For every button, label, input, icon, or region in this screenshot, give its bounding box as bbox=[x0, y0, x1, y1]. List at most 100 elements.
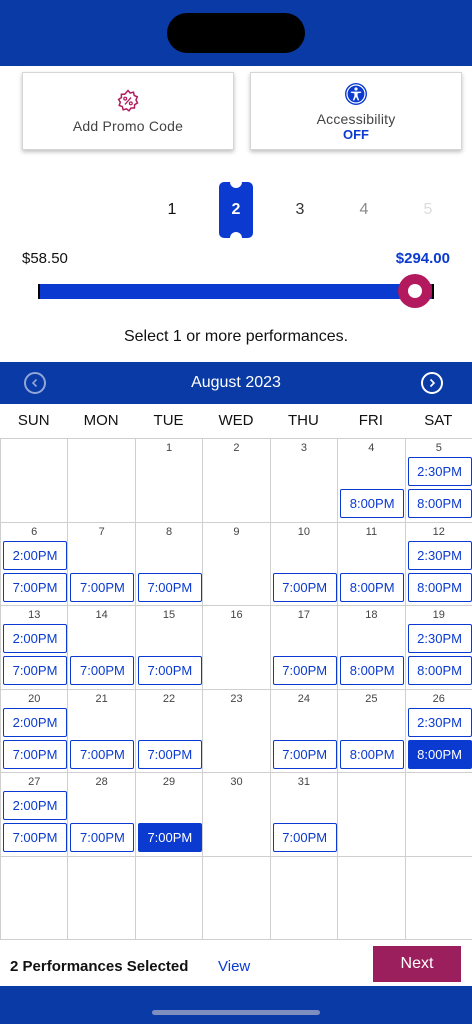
performance-time-button[interactable]: 2:00PM bbox=[3, 791, 67, 820]
calendar-day-cell: 26 2:30PM 8:00PM bbox=[404, 688, 472, 773]
calendar-day-cell bbox=[134, 855, 204, 940]
view-selection-link[interactable]: View bbox=[218, 958, 250, 975]
performance-time-button[interactable]: 7:00PM bbox=[3, 656, 67, 685]
performance-time-button[interactable]: 7:00PM bbox=[272, 572, 337, 602]
performance-time-button[interactable]: 8:00PM bbox=[407, 656, 472, 685]
day-number: 15 bbox=[162, 609, 176, 621]
performance-time-button[interactable]: 8:00PM bbox=[340, 489, 405, 518]
day-number: 25 bbox=[365, 692, 378, 705]
performance-time-button[interactable]: 8:00PM bbox=[407, 739, 472, 769]
calendar-day-cell: 21 7:00PM bbox=[67, 688, 136, 773]
performance-time-button[interactable]: 7:00PM bbox=[137, 572, 202, 602]
calendar-day-cell: 12 2:30PM 8:00PM bbox=[404, 521, 472, 606]
weekday-label: TUE bbox=[153, 412, 184, 429]
performance-time-button[interactable]: 7:00PM bbox=[272, 739, 337, 769]
calendar-day-cell: 23 bbox=[202, 688, 271, 773]
quantity-option-1[interactable]: 1 bbox=[155, 182, 189, 238]
calendar-day-cell: 29 7:00PM bbox=[134, 772, 204, 857]
weekday-label: THU bbox=[287, 412, 319, 429]
home-indicator bbox=[152, 1010, 320, 1015]
performance-time-button[interactable]: 7:00PM bbox=[137, 656, 202, 685]
quantity-option-4[interactable]: 4 bbox=[347, 182, 381, 238]
calendar-day-cell: 18 8:00PM bbox=[337, 605, 406, 690]
calendar-day-cell: 9 bbox=[202, 521, 271, 606]
calendar-day-cell bbox=[404, 855, 472, 940]
status-bar bbox=[0, 0, 472, 66]
performance-time-button[interactable]: 8:00PM bbox=[407, 489, 472, 518]
calendar-day-cell: 13 2:00PM 7:00PM bbox=[0, 605, 69, 690]
add-promo-code-button[interactable]: Add Promo Code bbox=[22, 72, 234, 150]
performance-time-button[interactable]: 8:00PM bbox=[340, 656, 405, 685]
calendar-day-cell bbox=[67, 855, 136, 940]
calendar-day-cell bbox=[202, 855, 271, 940]
calendar-day-cell: 11 8:00PM bbox=[337, 521, 406, 606]
weekday-label: SAT bbox=[424, 412, 453, 429]
day-number: 10 bbox=[297, 525, 311, 538]
performance-time-button[interactable]: 8:00PM bbox=[340, 572, 405, 602]
price-min-label: $58.50 bbox=[22, 250, 68, 267]
performance-time-button[interactable]: 7:00PM bbox=[70, 572, 135, 602]
price-range-track[interactable] bbox=[38, 284, 434, 299]
calendar-month-header: August 2023 bbox=[0, 362, 472, 404]
performance-time-button[interactable]: 8:00PM bbox=[340, 739, 405, 769]
performance-time-button[interactable]: 7:00PM bbox=[272, 823, 337, 852]
performance-time-button[interactable]: 7:00PM bbox=[3, 739, 67, 769]
performance-time-button[interactable]: 2:30PM bbox=[407, 707, 472, 737]
calendar-day-cell: 4 8:00PM bbox=[337, 438, 406, 523]
day-number: 16 bbox=[230, 609, 243, 621]
performance-time-button[interactable]: 2:00PM bbox=[3, 624, 67, 653]
performance-time-button[interactable]: 7:00PM bbox=[70, 739, 135, 769]
promo-badge-icon bbox=[116, 88, 140, 114]
calendar-day-cell: 28 7:00PM bbox=[67, 772, 136, 857]
calendar-day-cell: 16 bbox=[202, 605, 271, 690]
day-number: 22 bbox=[162, 692, 176, 705]
quantity-option-2[interactable]: 2 bbox=[219, 181, 253, 239]
day-number: 27 bbox=[28, 776, 41, 788]
accessibility-toggle[interactable]: Accessibility OFF bbox=[250, 72, 462, 150]
performance-time-button[interactable]: 7:00PM bbox=[272, 656, 337, 685]
weekday-label: WED bbox=[218, 412, 254, 429]
calendar-day-cell: 31 7:00PM bbox=[269, 772, 339, 857]
calendar-day-cell: 14 7:00PM bbox=[67, 605, 136, 690]
calendar-day-cell bbox=[0, 438, 69, 523]
day-number: 8 bbox=[165, 525, 173, 538]
performance-time-button[interactable]: 7:00PM bbox=[3, 823, 67, 852]
day-number: 5 bbox=[435, 442, 442, 454]
weekday-header-row: SUN MON TUE WED THU FRI SAT bbox=[0, 404, 472, 438]
calendar-day-cell bbox=[0, 855, 69, 940]
day-number: 23 bbox=[230, 692, 243, 705]
next-button[interactable]: Next bbox=[373, 946, 461, 982]
day-number: 20 bbox=[28, 692, 41, 705]
options-cards: Add Promo Code Accessibility OFF bbox=[22, 72, 462, 150]
day-number: 4 bbox=[368, 442, 375, 454]
performance-time-button[interactable]: 7:00PM bbox=[137, 823, 202, 852]
performance-time-button[interactable]: 2:00PM bbox=[3, 707, 67, 737]
quantity-selector: 1 2 3 4 5 bbox=[0, 181, 472, 239]
performance-time-button[interactable]: 7:00PM bbox=[70, 656, 135, 685]
quantity-option-5[interactable]: 5 bbox=[411, 182, 445, 238]
performance-time-button[interactable]: 2:00PM bbox=[3, 540, 67, 570]
performance-time-button[interactable]: 7:00PM bbox=[3, 572, 67, 602]
day-number: 19 bbox=[432, 609, 445, 621]
day-number: 29 bbox=[162, 776, 176, 788]
performance-time-button[interactable]: 7:00PM bbox=[137, 739, 202, 769]
calendar-day-cell: 3 bbox=[269, 438, 339, 523]
performance-time-button[interactable]: 2:30PM bbox=[407, 540, 472, 570]
calendar-day-cell: 30 bbox=[202, 772, 271, 857]
price-range-handle[interactable] bbox=[398, 274, 432, 308]
performance-time-button[interactable]: 7:00PM bbox=[70, 823, 135, 852]
calendar-day-cell bbox=[337, 772, 406, 857]
performance-time-button[interactable]: 8:00PM bbox=[407, 572, 472, 602]
accessibility-label: Accessibility bbox=[316, 110, 396, 127]
previous-month-button[interactable] bbox=[24, 372, 46, 394]
quantity-option-3[interactable]: 3 bbox=[283, 182, 317, 238]
calendar-day-cell: 19 2:30PM 8:00PM bbox=[404, 605, 472, 690]
next-month-button[interactable] bbox=[421, 372, 443, 394]
weekday-label: FRI bbox=[358, 412, 383, 429]
day-number: 17 bbox=[297, 609, 311, 621]
performance-time-button[interactable]: 2:30PM bbox=[407, 457, 472, 486]
day-number: 1 bbox=[165, 442, 173, 454]
performance-time-button[interactable]: 2:30PM bbox=[407, 624, 472, 653]
day-number: 26 bbox=[432, 692, 445, 705]
calendar-day-cell: 17 7:00PM bbox=[269, 605, 339, 690]
